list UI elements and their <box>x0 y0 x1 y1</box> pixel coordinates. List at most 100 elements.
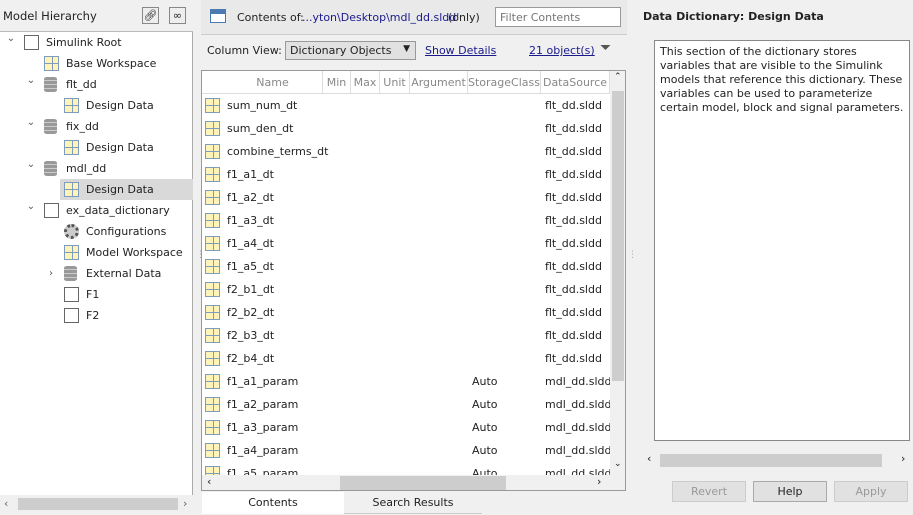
column-header[interactable]: StorageClass <box>468 71 541 94</box>
model-hierarchy-pane: Model Hierarchy 🔗︎ ∞ ⌄ Simulink Root Base … <box>0 0 193 515</box>
tree-item[interactable]: Design Data <box>60 179 193 200</box>
scrollbar-thumb[interactable] <box>612 91 624 381</box>
table-row[interactable]: sum_num_dt flt_dd.sldd <box>202 94 610 117</box>
tree-item[interactable]: ⌄ ex_data_dictionary <box>0 200 193 221</box>
tree-item[interactable]: Model Workspace <box>0 242 193 263</box>
chevron-down-icon[interactable]: ⌄ <box>26 70 36 91</box>
table-row[interactable]: f2_b2_dt flt_dd.sldd <box>202 301 610 324</box>
link-icon[interactable]: 🔗︎ <box>142 7 159 24</box>
chevron-down-icon[interactable]: ⌄ <box>6 28 16 49</box>
table-row[interactable]: f1_a1_dt flt_dd.sldd <box>202 163 610 186</box>
variable-icon <box>205 259 220 274</box>
tree-item-label: flt_dd <box>66 78 97 91</box>
tab-search-results[interactable]: Search Results <box>344 492 482 514</box>
help-button[interactable]: Help <box>753 481 827 502</box>
scroll-right-icon[interactable]: › <box>901 452 905 465</box>
column-header[interactable]: Unit <box>380 71 410 94</box>
scrollbar-thumb[interactable] <box>660 454 882 467</box>
table-cell: combine_terms_dt <box>227 145 329 158</box>
scroll-left-icon[interactable]: ‹ <box>647 452 651 465</box>
tree-item[interactable]: ⌄ Simulink Root <box>0 32 193 53</box>
chevron-down-icon[interactable]: ⌄ <box>26 154 36 175</box>
model-icon <box>44 203 59 218</box>
table-cell: f2_b3_dt <box>227 329 275 342</box>
table-row[interactable]: f2_b1_dt flt_dd.sldd <box>202 278 610 301</box>
column-header[interactable]: Min <box>323 71 351 94</box>
variable-icon <box>205 374 220 389</box>
tree-item-label: Configurations <box>86 225 167 238</box>
tree-horizontal-scrollbar[interactable]: ‹ › <box>0 496 193 512</box>
pane-splitter[interactable]: ⋮ <box>628 250 637 260</box>
table-row[interactable]: f1_a3_dt flt_dd.sldd <box>202 209 610 232</box>
table-horizontal-scrollbar[interactable]: ‹ › <box>202 475 625 490</box>
tree-item[interactable]: ⌄ flt_dd <box>0 74 193 95</box>
scrollbar-thumb[interactable] <box>340 476 506 490</box>
tree-item[interactable]: › External Data <box>0 263 193 284</box>
scrollbar-thumb[interactable] <box>18 498 178 510</box>
tree-item-label: F2 <box>86 309 100 322</box>
tree-item-label: ex_data_dictionary <box>66 204 170 217</box>
table-row[interactable]: f1_a5_dt flt_dd.sldd <box>202 255 610 278</box>
table-vertical-scrollbar[interactable]: ⌃ ⌄ <box>610 71 625 476</box>
scroll-left-icon[interactable]: ‹ <box>4 497 8 510</box>
variable-icon <box>205 282 220 297</box>
table-cell: Auto <box>472 398 498 411</box>
table-row[interactable]: f2_b3_dt flt_dd.sldd <box>202 324 610 347</box>
scroll-right-icon[interactable]: › <box>597 475 601 488</box>
column-view-label: Column View: <box>207 44 282 57</box>
dictionary-icon <box>64 266 77 281</box>
table-cell: f2_b1_dt <box>227 283 275 296</box>
scroll-left-icon[interactable]: ‹ <box>207 475 211 488</box>
apply-button[interactable]: Apply <box>834 481 908 502</box>
tree-item[interactable]: F2 <box>0 305 193 326</box>
column-header[interactable]: DataSource <box>541 71 610 94</box>
object-count-link[interactable]: 21 object(s) <box>529 44 595 57</box>
column-view-select[interactable]: Dictionary Objects ▼ <box>285 41 416 60</box>
filter-icon[interactable]: ⏷ <box>600 40 611 56</box>
table-row[interactable]: f1_a4_dt flt_dd.sldd <box>202 232 610 255</box>
chevron-down-icon[interactable]: ⌄ <box>26 112 36 133</box>
scroll-down-icon[interactable]: ⌄ <box>614 459 622 469</box>
glasses-icon[interactable]: ∞ <box>169 7 186 24</box>
chevron-down-icon[interactable]: ⌄ <box>26 196 36 217</box>
table-row[interactable]: f1_a4_param Auto mdl_dd.sldd <box>202 439 612 462</box>
table-cell: mdl_dd.sldd <box>545 375 612 388</box>
details-horizontal-scrollbar[interactable]: ‹ › <box>643 452 911 469</box>
variable-icon <box>205 121 220 136</box>
table-cell: flt_dd.sldd <box>545 329 602 342</box>
tree-item[interactable]: ⌄ fix_dd <box>0 116 193 137</box>
filter-contents-input[interactable] <box>495 7 621 27</box>
tree-item[interactable]: F1 <box>0 284 193 305</box>
table-cell: Auto <box>472 444 498 457</box>
table-header: Name Min Max Unit Argument StorageClass DataSo… <box>202 71 610 94</box>
column-header[interactable]: Argument <box>410 71 468 94</box>
scroll-up-icon[interactable]: ⌃ <box>614 72 622 82</box>
column-header[interactable]: Max <box>351 71 380 94</box>
table-row[interactable]: f1_a2_param Auto mdl_dd.sldd <box>202 393 611 416</box>
design-data-icon <box>64 140 79 155</box>
scroll-right-icon[interactable]: › <box>183 497 187 510</box>
tree-item-label: Base Workspace <box>66 57 157 70</box>
table-cell: flt_dd.sldd <box>545 352 602 365</box>
show-details-link[interactable]: Show Details <box>425 44 496 57</box>
table-row[interactable]: sum_den_dt flt_dd.sldd <box>202 117 610 140</box>
table-row[interactable]: combine_terms_dt flt_dd.sldd <box>202 140 610 163</box>
chevron-right-icon[interactable]: › <box>46 263 56 284</box>
variable-icon <box>205 236 220 251</box>
table-row[interactable]: f1_a3_param Auto mdl_dd.sldd <box>202 416 612 439</box>
tree-item-label: Design Data <box>86 141 154 154</box>
table-row[interactable]: f1_a1_param Auto mdl_dd.sldd <box>202 370 612 393</box>
table-row[interactable]: f2_b4_dt flt_dd.sldd <box>202 347 610 370</box>
table-row[interactable]: f1_a2_dt flt_dd.sldd <box>202 186 610 209</box>
table-cell: mdl_dd.sldd <box>545 444 612 457</box>
tree-item[interactable]: Configurations <box>0 221 193 242</box>
tree-item[interactable]: ⌄ mdl_dd <box>0 158 193 179</box>
table-cell: mdl_dd.sldd <box>545 421 612 434</box>
tree-item-label: fix_dd <box>66 120 99 133</box>
column-header[interactable]: Name <box>223 71 323 94</box>
table-cell: f2_b4_dt <box>227 352 275 365</box>
tab-contents[interactable]: Contents <box>202 492 344 514</box>
tree-item-label: External Data <box>86 267 162 280</box>
column-view-value: Dictionary Objects <box>290 44 392 57</box>
revert-button[interactable]: Revert <box>672 481 746 502</box>
